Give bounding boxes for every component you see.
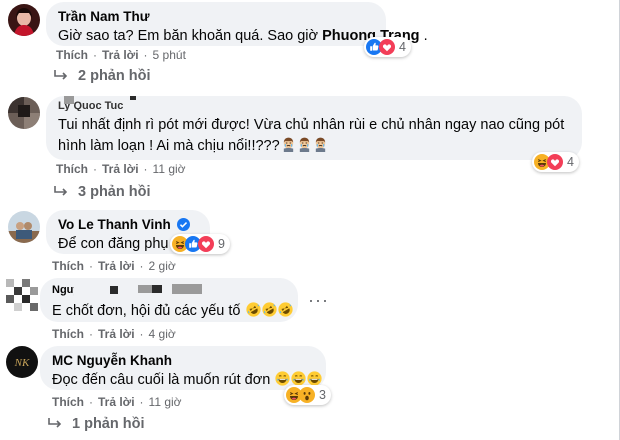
comment-text-part: Giờ sao ta? Em băn khoăn quá. Sao giờ (58, 28, 323, 44)
comment-actions: Thích · Trả lời · 4 giờ (52, 327, 176, 341)
comment-text-part: hình làm loạn ! Ai mà chịu nổi!!??? (58, 138, 280, 154)
rofl-icon (278, 302, 293, 317)
love-icon (198, 236, 214, 252)
reply-button[interactable]: Trả lời (98, 259, 135, 273)
laughing-icon (307, 371, 322, 386)
comment-text: hình làm loạn ! Ai mà chịu nổi!!??? (58, 136, 328, 156)
comment-bubble: Trần Nam Thư Giờ sao ta? Em băn khoăn qu… (46, 2, 428, 46)
redaction (138, 285, 152, 293)
commenter-name-text: Vo Le Thanh Vinh (58, 217, 171, 232)
timestamp[interactable]: 2 giờ (149, 259, 176, 273)
avatar[interactable] (6, 279, 38, 311)
reply-button[interactable]: Trả lời (102, 162, 139, 176)
timestamp[interactable]: 5 phút (153, 48, 186, 62)
like-button[interactable]: Thích (52, 259, 84, 273)
comment-text-part: Đọc đến câu cuối là muốn rút đơn (52, 372, 271, 388)
commenter-name[interactable]: Trần Nam Thư (58, 8, 374, 26)
replies-label: 3 phản hồi (78, 184, 151, 200)
comment-bubble: Ly Quoc Tuc Tui nhất định rì pót mới đượ… (46, 96, 582, 160)
reaction-count: 4 (399, 40, 406, 54)
reply-button[interactable]: Trả lời (98, 395, 135, 409)
commenter-name[interactable]: Vo Le Thanh Vinh (58, 216, 198, 234)
rofl-icon (246, 302, 261, 317)
reaction-count: 4 (567, 155, 574, 169)
reply-button[interactable]: Trả lời (102, 48, 139, 62)
reply-button[interactable]: Trả lời (98, 327, 135, 341)
love-icon (547, 154, 563, 170)
reaction-count: 3 (319, 388, 326, 402)
like-button[interactable]: Thích (52, 327, 84, 341)
commenter-name[interactable]: Nguyen (52, 284, 74, 296)
comment-bubble: Nguyen E chốt đơn, hội đủ các yếu tố (40, 278, 298, 322)
comment-text-part: . (419, 28, 428, 44)
comment-actions: Thích · Trả lời · 5 phút (56, 48, 186, 62)
replies-label: 1 phản hồi (72, 416, 145, 432)
more-options-button[interactable]: ··· (308, 290, 329, 311)
comment-text: Đọc đến câu cuối là muốn rút đơn (52, 370, 314, 390)
crying-face-icon (297, 137, 312, 152)
avatar[interactable] (8, 97, 40, 129)
verified-badge-icon (176, 218, 190, 231)
timestamp[interactable]: 11 giờ (149, 395, 182, 409)
like-button[interactable]: Thích (56, 162, 88, 176)
reaction-summary[interactable]: 3 (284, 385, 331, 405)
comments-panel: Trần Nam Thư Giờ sao ta? Em băn khoăn qu… (0, 0, 620, 440)
like-button[interactable]: Thích (56, 48, 88, 62)
wow-icon (299, 387, 315, 403)
comment-actions: Thích · Trả lời · 11 giờ (52, 395, 182, 409)
redaction (152, 285, 162, 293)
crying-face-icon (313, 137, 328, 152)
love-icon (379, 39, 395, 55)
avatar[interactable]: NK (6, 346, 38, 378)
redaction (110, 286, 118, 294)
comment-text-part: E chốt đơn, hội đủ các yếu tố (52, 303, 241, 319)
avatar[interactable] (8, 211, 40, 243)
rofl-icon (262, 302, 277, 317)
reply-arrow-icon (48, 418, 62, 428)
laughing-icon (291, 371, 306, 386)
like-button[interactable]: Thích (52, 395, 84, 409)
comment-bubble: MC Nguyễn Khanh Đọc đến câu cuối là muốn… (40, 346, 326, 390)
avatar-monogram: NK (14, 357, 30, 369)
reaction-summary[interactable]: 4 (532, 152, 579, 172)
comment-text: Giờ sao ta? Em băn khoăn quá. Sao giờ Ph… (58, 26, 428, 46)
avatar[interactable] (8, 4, 40, 36)
reaction-count: 9 (218, 237, 225, 251)
redaction (64, 96, 74, 104)
redaction (130, 96, 136, 100)
crying-face-icon (281, 137, 296, 152)
laughing-icon (275, 371, 290, 386)
redaction (172, 284, 202, 294)
comment-actions: Thích · Trả lời · 11 giờ (56, 162, 186, 176)
comment-text: Tui nhất định rì pót mới được! Vừa chủ n… (58, 117, 565, 133)
timestamp[interactable]: 4 giờ (149, 327, 176, 341)
reply-arrow-icon (54, 70, 68, 80)
comment-actions: Thích · Trả lời · 2 giờ (52, 259, 176, 273)
view-replies-button[interactable]: 1 phản hồi (48, 416, 145, 432)
reply-arrow-icon (54, 186, 68, 196)
commenter-name[interactable]: MC Nguyễn Khanh (52, 352, 314, 370)
reaction-summary[interactable]: 9 (170, 234, 230, 254)
replies-label: 2 phản hồi (78, 68, 151, 84)
view-replies-button[interactable]: 2 phản hồi (54, 68, 151, 84)
reaction-summary[interactable]: 4 (364, 37, 411, 57)
timestamp[interactable]: 11 giờ (153, 162, 186, 176)
view-replies-button[interactable]: 3 phản hồi (54, 184, 151, 200)
comment-text: E chốt đơn, hội đủ các yếu tố (52, 301, 293, 321)
